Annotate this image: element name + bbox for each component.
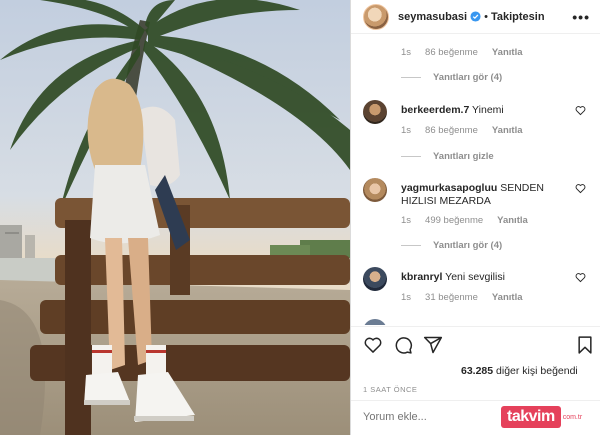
comment-time: 1s xyxy=(401,47,412,58)
comment-time: 1s xyxy=(401,292,412,303)
reply-button[interactable]: Yanıtla xyxy=(492,47,523,58)
heart-icon[interactable] xyxy=(363,335,383,355)
share-icon[interactable] xyxy=(423,335,443,355)
photo-illustration xyxy=(0,0,350,435)
replies-line xyxy=(401,156,421,157)
view-replies-label: Yanıtları gör (4) xyxy=(433,72,503,83)
reply-button[interactable]: Yanıtla xyxy=(497,215,528,226)
post-actions xyxy=(351,326,600,357)
follow-status-button[interactable]: Takiptesin xyxy=(491,11,545,23)
post-time: 1 SAAT ÖNCE xyxy=(363,385,418,394)
comment-heart-icon[interactable] xyxy=(575,105,586,116)
bookmark-icon[interactable] xyxy=(575,335,595,355)
more-horizontal-icon[interactable]: ••• xyxy=(572,9,590,25)
comment-time: 1s xyxy=(401,215,412,226)
hide-replies-button[interactable]: Yanıtları gizle xyxy=(401,151,494,162)
comments-list[interactable]: 1s 86 beğenme Yanıtla Yanıtları gör (4) … xyxy=(351,34,600,325)
author-avatar[interactable] xyxy=(363,3,389,30)
commenter-username[interactable]: yagmurkasapogluu xyxy=(401,182,497,194)
watermark-brand: takvim xyxy=(501,406,561,428)
commenter-username[interactable]: berkeerdem.7 xyxy=(401,104,469,116)
comment-meta: 1s 86 beğenme Yanıtla xyxy=(401,125,523,136)
watermark-suffix: com.tr xyxy=(562,413,583,421)
comment-likes[interactable]: 499 beğenme xyxy=(425,215,483,226)
comment-heart-icon[interactable] xyxy=(575,272,586,283)
hide-replies-label: Yanıtları gizle xyxy=(433,151,494,162)
view-replies-label: Yanıtları gör (4) xyxy=(433,240,503,251)
comment-time: 1s xyxy=(401,125,412,136)
view-replies-button[interactable]: Yanıtları gör (4) xyxy=(401,72,502,83)
reply-button[interactable]: Yanıtla xyxy=(492,292,523,303)
comment-likes[interactable]: 86 beğenme xyxy=(425,47,478,58)
commenter-username[interactable]: kbranryl xyxy=(401,271,442,283)
likes-text: diğer kişi beğendi xyxy=(496,365,578,377)
comment-heart-icon[interactable] xyxy=(575,183,586,194)
comment-body: Yinemi xyxy=(472,104,504,116)
comment-meta: 1s 31 beğenme Yanıtla xyxy=(401,292,523,303)
commenter-avatar[interactable] xyxy=(363,267,387,291)
reply-button[interactable]: Yanıtla xyxy=(492,125,523,136)
replies-line xyxy=(401,77,421,78)
post-side-panel: seymasubasi • Takiptesin ••• 1s 86 beğen… xyxy=(350,0,600,435)
comment-text: yagmurkasapogluu SENDEN HIZLISI MEZARDA xyxy=(401,182,566,208)
view-replies-button[interactable]: Yanıtları gör (4) xyxy=(401,240,502,251)
likes-count: 63.285 xyxy=(461,365,494,377)
comment-meta: 1s 499 beğenme Yanıtla xyxy=(401,215,528,226)
verified-badge-icon xyxy=(470,11,481,22)
comment-meta: 1s 86 beğenme Yanıtla xyxy=(401,47,523,58)
commenter-avatar[interactable] xyxy=(363,319,387,325)
author-username[interactable]: seymasubasi xyxy=(398,11,467,23)
commenter-avatar[interactable] xyxy=(363,178,387,202)
comment-input[interactable] xyxy=(361,410,505,424)
comment-icon[interactable] xyxy=(393,335,413,355)
comment-text: berkeerdem.7 Yinemi xyxy=(401,104,566,117)
header-separator: • xyxy=(484,10,488,23)
replies-line xyxy=(401,245,421,246)
comment-body: Yeni sevgilisi xyxy=(445,271,505,283)
post-header: seymasubasi • Takiptesin ••• xyxy=(351,0,600,34)
commenter-avatar[interactable] xyxy=(363,100,387,124)
takvim-watermark: takvim com.tr xyxy=(501,405,582,429)
comment-likes[interactable]: 86 beğenme xyxy=(425,125,478,136)
comment-text: kbranryl Yeni sevgilisi xyxy=(401,271,566,284)
comment-likes[interactable]: 31 beğenme xyxy=(425,292,478,303)
post-photo[interactable] xyxy=(0,0,350,435)
add-comment-bar: takvim com.tr xyxy=(351,400,600,436)
likes-summary[interactable]: 63.285 diğer kişi beğendi xyxy=(461,365,578,377)
